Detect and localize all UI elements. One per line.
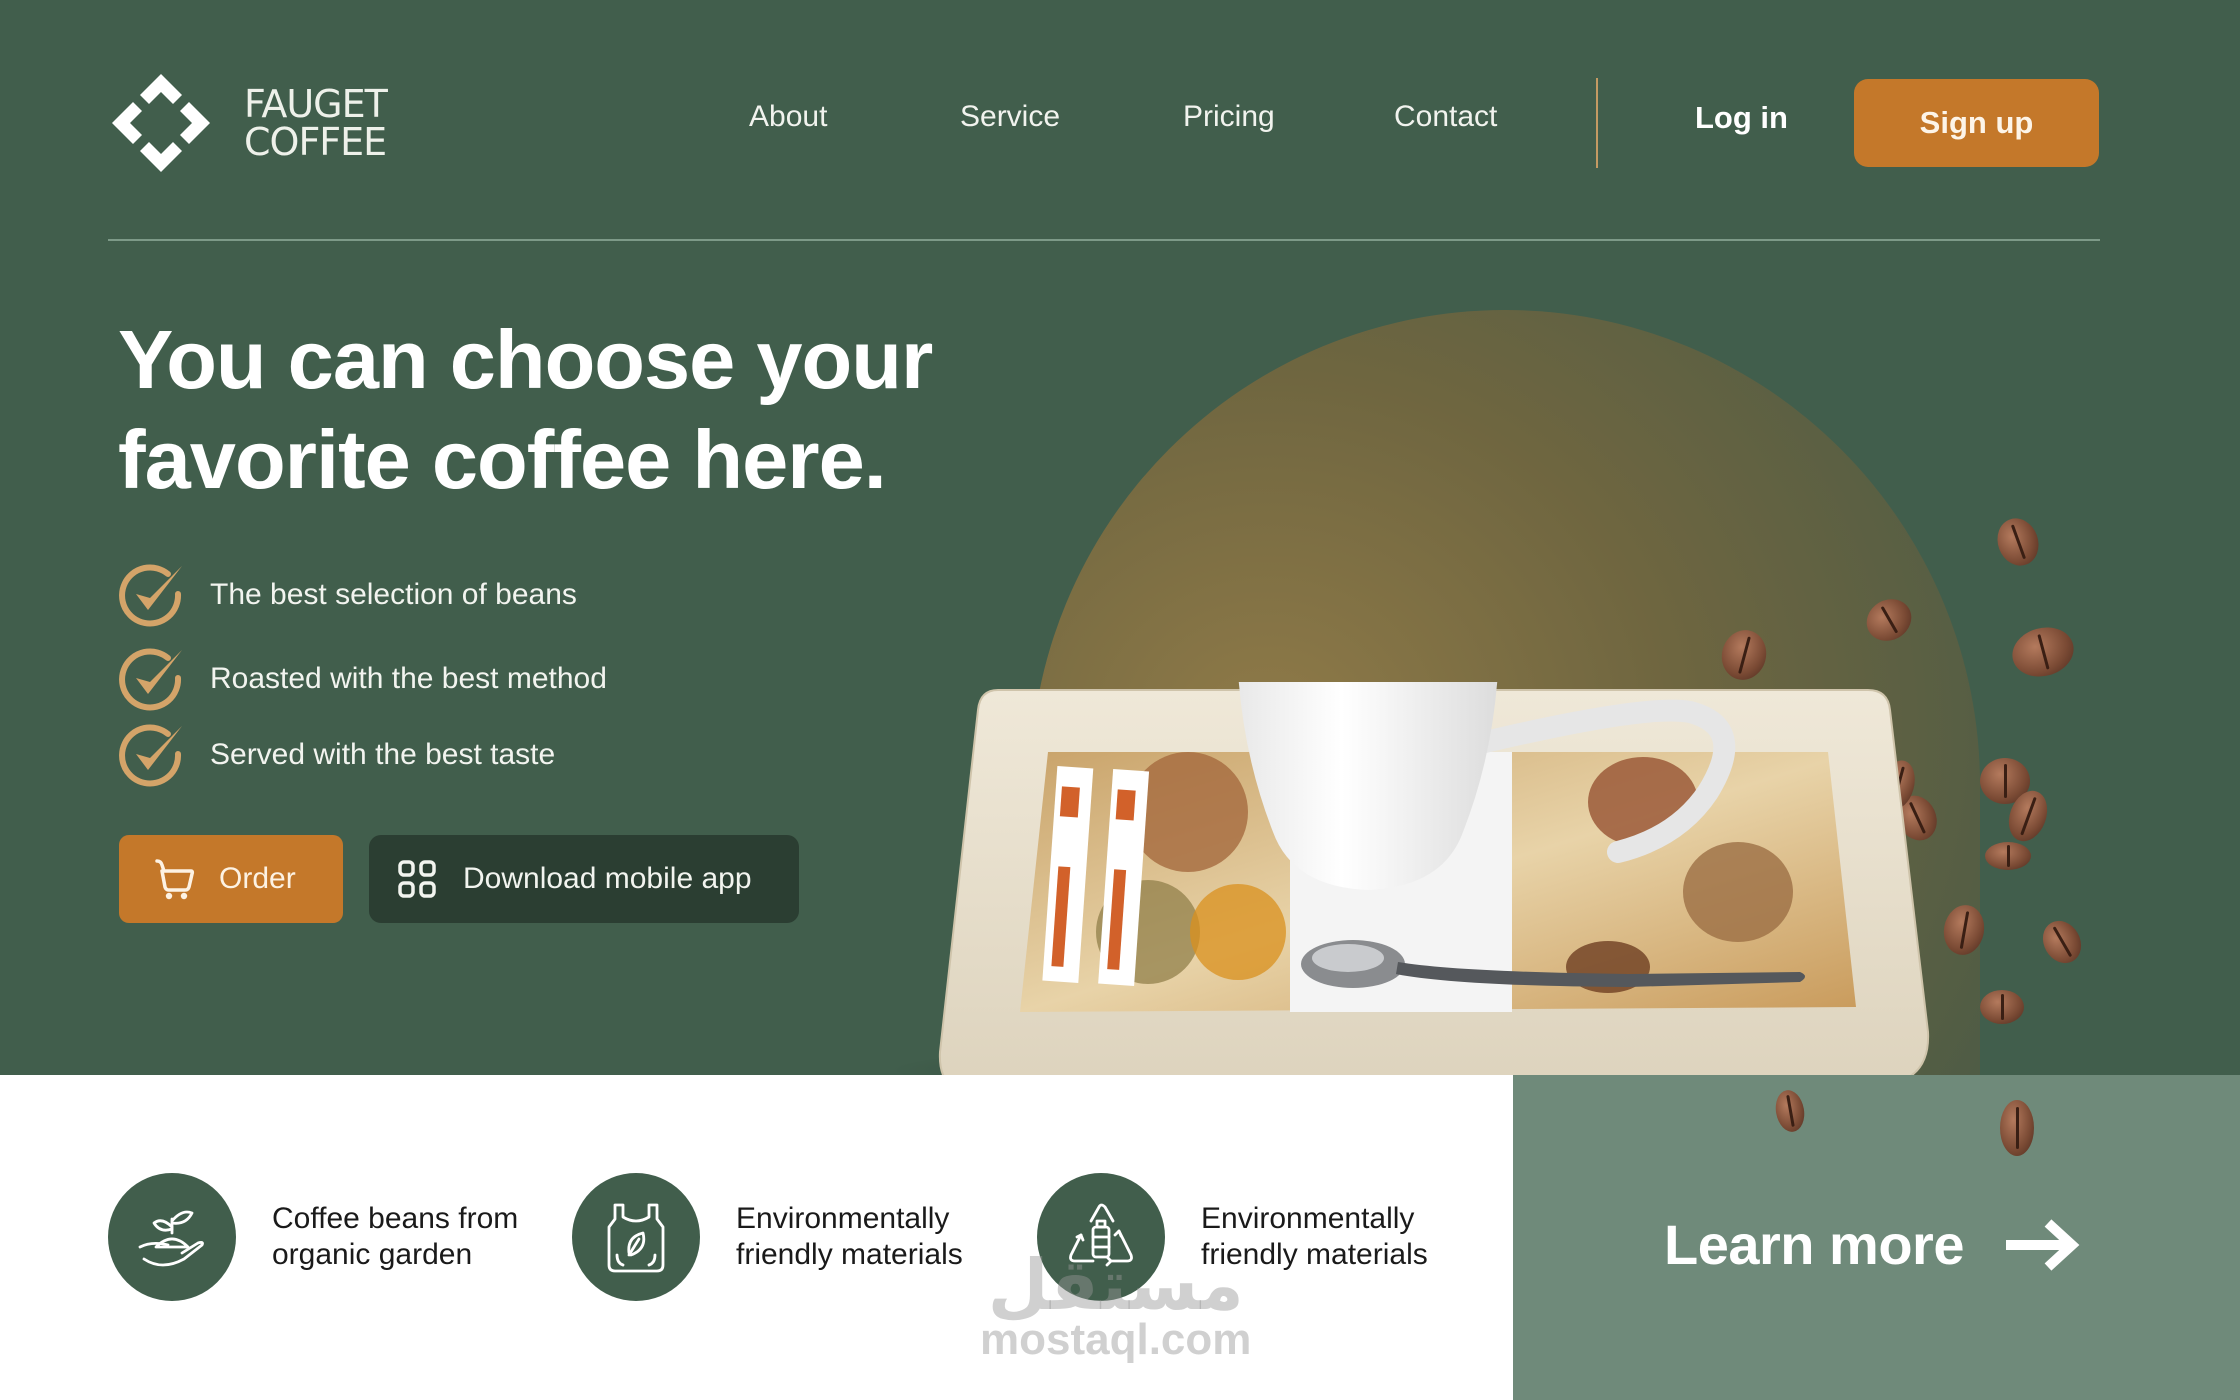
feature-text: Served with the best taste	[210, 738, 556, 771]
cart-icon	[155, 859, 195, 900]
brand-name-line2: COFFEE	[244, 120, 387, 164]
hero-headline: You can choose your favorite coffee here…	[118, 310, 933, 510]
learn-more-label: Learn more	[1664, 1213, 1965, 1276]
perk-item: Environmentally friendly materials	[572, 1173, 963, 1301]
perk-title-line2: friendly materials	[736, 1238, 963, 1271]
order-button[interactable]: Order	[119, 835, 343, 923]
coffee-bean	[2006, 620, 2080, 684]
check-circle-icon	[119, 724, 182, 787]
coffee-bean	[1980, 990, 2024, 1024]
perk-title-line1: Coffee beans from	[272, 1202, 519, 1235]
watermark-latin: mostaql.com	[980, 1315, 1252, 1364]
nav-contact[interactable]: Contact	[1394, 100, 1497, 134]
signup-button[interactable]: Sign up	[1854, 79, 2099, 167]
download-app-button[interactable]: Download mobile app	[369, 835, 799, 923]
feature-text: Roasted with the best method	[210, 662, 607, 695]
perk-item: Coffee beans from organic garden	[108, 1173, 518, 1301]
coffee-bean	[1985, 842, 2031, 870]
brand-name: FAUGET COFFEE	[244, 82, 388, 164]
brand-name-line1: FAUGET	[244, 82, 388, 126]
apps-grid-icon	[398, 860, 436, 898]
diamond-brackets-logo-icon	[112, 74, 210, 172]
feature-text: The best selection of beans	[210, 578, 577, 611]
feature-item: The best selection of beans	[118, 560, 577, 630]
nav-pricing[interactable]: Pricing	[1183, 100, 1275, 134]
header-divider	[108, 239, 2100, 241]
arrow-right-icon	[2006, 1218, 2080, 1271]
perk-title-line1: Environmentally	[1201, 1202, 1415, 1235]
feature-item: Served with the best taste	[118, 720, 555, 790]
perk-title-line1: Environmentally	[736, 1202, 950, 1235]
brand-logo[interactable]: FAUGET COFFEE	[108, 70, 388, 176]
check-circle-icon	[119, 564, 182, 627]
nav-divider	[1596, 78, 1598, 168]
nav-about[interactable]: About	[749, 100, 827, 134]
login-link[interactable]: Log in	[1695, 100, 1788, 136]
headline-line1: You can choose your	[118, 313, 933, 406]
download-app-label: Download mobile app	[463, 862, 752, 895]
coffee-bean	[1990, 512, 2046, 572]
headline-line2: favorite coffee here.	[118, 413, 887, 506]
coffee-tray-photo	[938, 682, 1930, 1075]
eco-bag-icon	[607, 1203, 665, 1273]
watermark: مستقل mostaql.com	[980, 1244, 1252, 1365]
perk-title-line2: organic garden	[272, 1238, 473, 1271]
coffee-bean	[2035, 913, 2089, 971]
coffee-bean	[2000, 1100, 2034, 1156]
order-button-label: Order	[219, 862, 296, 895]
hand-sprout-icon	[138, 1210, 204, 1267]
feature-item: Roasted with the best method	[118, 644, 607, 714]
nav-service[interactable]: Service	[960, 100, 1060, 134]
hero-section: FAUGET COFFEE About Service Pricing Cont…	[0, 0, 2240, 1075]
watermark-arabic: مستقل	[987, 1244, 1244, 1326]
check-circle-icon	[119, 648, 182, 711]
learn-more-button[interactable]: Learn more	[1664, 1212, 2080, 1277]
